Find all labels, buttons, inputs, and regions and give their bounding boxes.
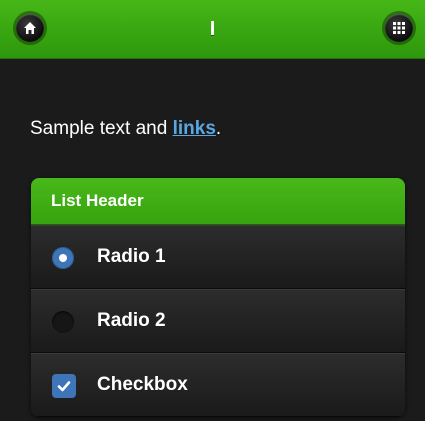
list-header: List Header: [31, 178, 405, 225]
list-view: List Header Radio 1 Radio 2 Checkbox: [31, 178, 405, 417]
sample-text: Sample text and links.: [30, 118, 221, 140]
checkbox-checked-icon[interactable]: [52, 374, 76, 398]
home-icon: [24, 22, 36, 34]
radio-1-label: Radio 1: [97, 246, 166, 267]
radio-item-2[interactable]: Radio 2: [31, 289, 405, 353]
radio-item-1[interactable]: Radio 1: [31, 225, 405, 289]
radio-2-label: Radio 2: [97, 310, 166, 331]
page-title: I: [209, 18, 216, 40]
sample-text-before: Sample text and: [30, 118, 173, 139]
checkmark-icon: [57, 381, 71, 392]
radio-unselected-icon[interactable]: [52, 311, 74, 333]
radio-selected-icon[interactable]: [52, 247, 74, 269]
header-bar: I: [0, 0, 425, 59]
grid-icon: [393, 22, 405, 34]
grid-button[interactable]: [385, 14, 413, 42]
checkbox-item[interactable]: Checkbox: [31, 353, 405, 417]
home-button[interactable]: [16, 14, 44, 42]
sample-text-after: .: [215, 118, 222, 139]
checkbox-label: Checkbox: [97, 374, 188, 395]
sample-link[interactable]: links: [173, 118, 216, 139]
